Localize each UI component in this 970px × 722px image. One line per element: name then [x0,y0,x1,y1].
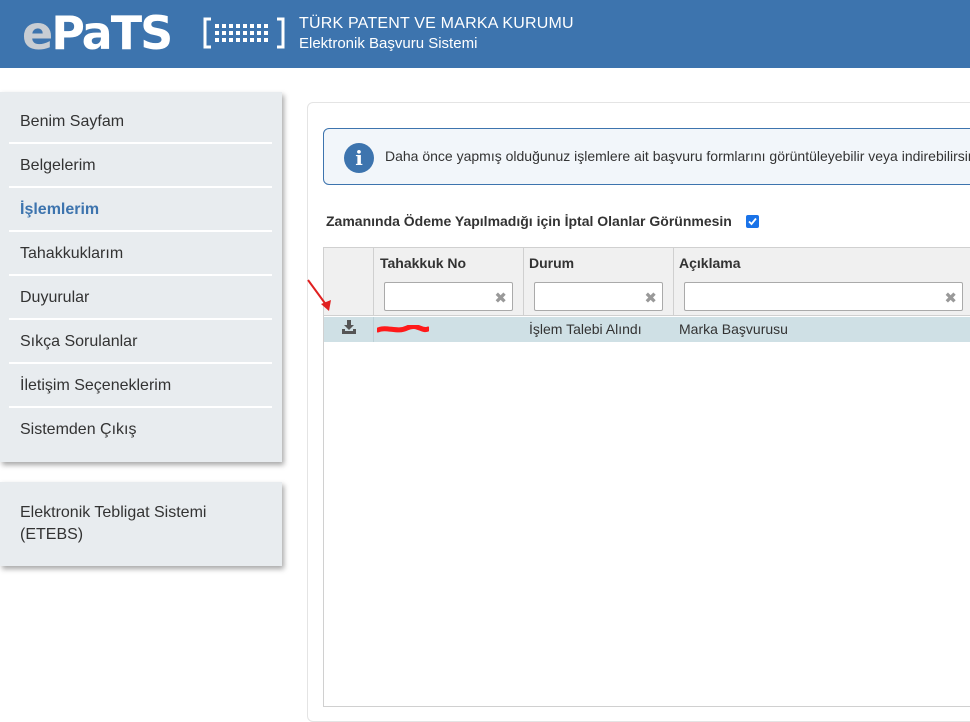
column-header-tahakkuk-no[interactable]: Tahakkuk No [380,255,466,271]
sidebar-item-etebs[interactable]: Elektronik Tebligat Sistemi (ETEBS) [0,482,282,566]
durum-filter: ✖ [534,282,663,311]
table-header: Tahakkuk No Durum Açıklama ✖ ✖ ✖ [324,248,970,316]
table-row[interactable]: İşlem Talebi Alındı Marka Başvurusu [324,317,970,342]
column-divider [373,317,374,342]
sidebar-item-benim-sayfam[interactable]: Benim Sayfam [9,100,272,144]
annotation-arrow [307,279,331,311]
clear-filter-icon[interactable]: ✖ [944,289,957,307]
logo-pats: PaTS [51,6,173,60]
epats-logo[interactable]: ePaTS [22,5,173,61]
logo-bracket-graphic [203,17,285,49]
sidebar-item-sistemden-cikis[interactable]: Sistemden Çıkış [9,408,272,452]
download-icon[interactable] [341,320,357,335]
row-aciklama: Marka Başvurusu [679,321,788,337]
column-divider [373,248,374,316]
row-durum: İşlem Talebi Alındı [529,321,642,337]
aciklama-filter-input[interactable] [685,283,962,310]
sidebar-item-duyurular[interactable]: Duyurular [9,276,272,320]
info-icon: i [344,143,374,173]
logo-e: e [22,6,53,60]
redacted-tahakkuk-no [377,325,429,333]
app-header: ePaTS TÜRK PATENT VE MARKA KURUMU Elektr… [0,0,970,68]
system-name: Elektronik Başvuru Sistemi [299,35,478,52]
durum-filter-input[interactable] [535,283,662,310]
cancelled-filter-checkbox[interactable] [746,215,759,228]
check-icon [748,217,757,226]
info-text: Daha önce yapmış olduğunuz işlemlere ait… [385,148,970,164]
sidebar-item-islemlerim[interactable]: İşlemlerim [9,188,272,232]
etebs-label-line2: (ETEBS) [20,526,84,543]
cancelled-filter-label: Zamanında Ödeme Yapılmadığı için İptal O… [326,213,732,229]
column-divider [673,248,674,316]
tahakkuk-no-filter-input[interactable] [385,283,512,310]
column-divider [523,248,524,316]
aciklama-filter: ✖ [684,282,963,311]
clear-filter-icon[interactable]: ✖ [494,289,507,307]
column-header-aciklama[interactable]: Açıklama [679,255,740,271]
column-header-durum[interactable]: Durum [529,255,574,271]
clear-filter-icon[interactable]: ✖ [644,289,657,307]
sidebar-item-iletisim-seceneklerim[interactable]: İletişim Seçeneklerim [9,364,272,408]
org-name: TÜRK PATENT VE MARKA KURUMU [299,15,574,32]
info-alert: i Daha önce yapmış olduğunuz işlemlere a… [323,128,970,185]
sidebar-item-sikca-sorulanlar[interactable]: Sıkça Sorulanlar [9,320,272,364]
sidebar-menu: Benim Sayfam Belgelerim İşlemlerim Tahak… [0,92,282,462]
sidebar-item-belgelerim[interactable]: Belgelerim [9,144,272,188]
sidebar-item-tahakkuklarim[interactable]: Tahakkuklarım [9,232,272,276]
tahakkuk-no-filter: ✖ [384,282,513,311]
etebs-label-line1: Elektronik Tebligat Sistemi [20,504,207,521]
transactions-table: Tahakkuk No Durum Açıklama ✖ ✖ ✖ İşlem T… [323,247,970,707]
